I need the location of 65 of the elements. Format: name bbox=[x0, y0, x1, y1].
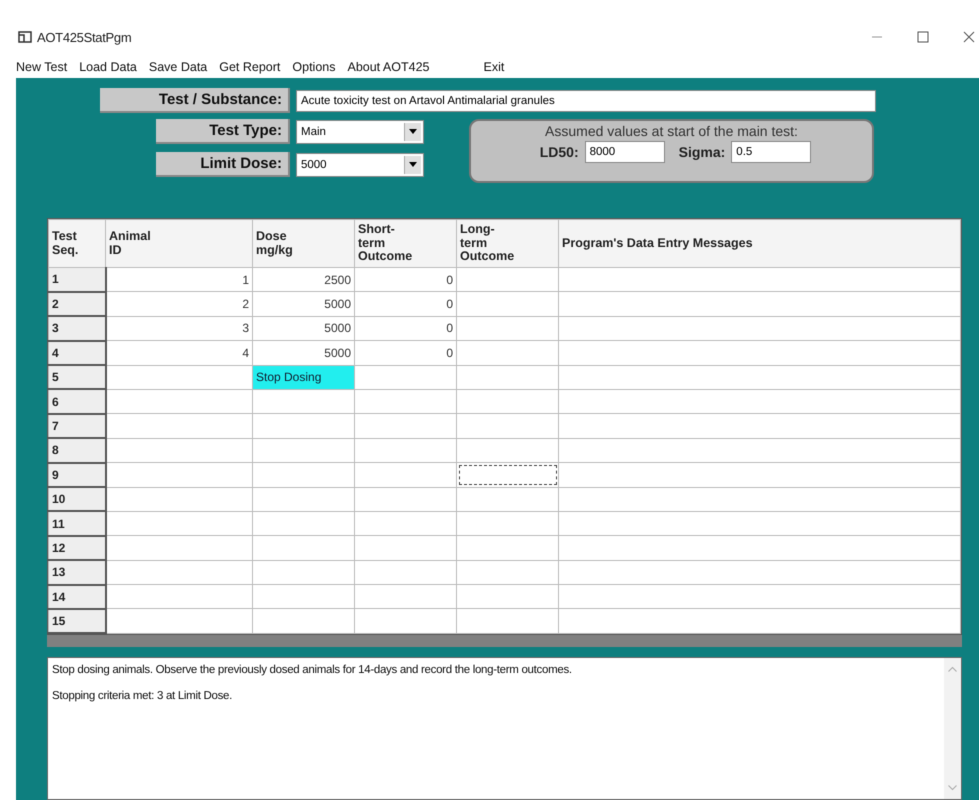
row-header: 10 bbox=[48, 487, 106, 512]
row-header: 12 bbox=[48, 536, 106, 560]
window-title: AOT425StatPgm bbox=[37, 30, 132, 44]
caret-icon bbox=[409, 162, 417, 167]
column-header: Short-term Outcome bbox=[354, 220, 456, 268]
scroll-down-icon[interactable] bbox=[948, 785, 957, 791]
table-cell[interactable]: 5000 bbox=[252, 340, 354, 366]
table-cell[interactable]: 0 bbox=[354, 340, 456, 366]
row-header: 5 bbox=[48, 365, 106, 390]
limit-dose-dropdown[interactable]: 5000 bbox=[296, 152, 424, 176]
message-text: Stopping criteria met: 3 at Limit Dose. bbox=[52, 690, 234, 702]
messages-box[interactable]: Stop dosing animals. Observe the previously dosed animals for 14-days and record the long-term outcomes. Stopping criteria met: 3 at Limit Dose. bbox=[47, 657, 962, 800]
row-header: 7 bbox=[48, 414, 106, 438]
row-header: 1 bbox=[48, 268, 106, 292]
menu-item[interactable]: Get Report bbox=[219, 60, 280, 74]
table-cell[interactable]: 2500 bbox=[252, 268, 354, 292]
row-header: 14 bbox=[48, 584, 106, 609]
table-cell[interactable]: 5000 bbox=[252, 292, 354, 316]
grid-scrollbar[interactable] bbox=[47, 635, 962, 648]
row-header: 6 bbox=[48, 389, 106, 414]
column-header: Test Seq. bbox=[48, 220, 106, 268]
close-icon[interactable] bbox=[963, 31, 975, 43]
row-header: 15 bbox=[48, 608, 106, 634]
row-header: 3 bbox=[48, 316, 106, 341]
substance-field[interactable]: Acute toxicity test on Artavol Antimalarial granules bbox=[296, 90, 876, 112]
row-header: 11 bbox=[48, 511, 106, 536]
table-cell[interactable]: 0 bbox=[354, 268, 456, 292]
field-label: LD50: bbox=[540, 144, 579, 160]
sigma-field[interactable]: 0.5 bbox=[731, 141, 812, 163]
table-cell[interactable]: 0 bbox=[354, 316, 456, 341]
message-text: Stop dosing animals. Observe the previously dosed animals for 14-days and record the long-term outcomes. bbox=[52, 664, 573, 676]
caret-icon bbox=[409, 129, 417, 134]
menu-item[interactable]: New Test bbox=[16, 60, 68, 74]
table-cell[interactable]: 5000 bbox=[252, 316, 354, 341]
table-cell[interactable]: 3 bbox=[106, 316, 252, 341]
column-header: Long-term Outcome bbox=[456, 220, 558, 268]
row-header: 2 bbox=[48, 292, 106, 316]
row-header: 8 bbox=[48, 438, 106, 463]
field-label: Limit Dose: bbox=[156, 152, 290, 177]
table-cell[interactable]: 4 bbox=[106, 340, 252, 366]
table-cell[interactable]: 2 bbox=[106, 292, 252, 316]
maximize-icon[interactable] bbox=[917, 31, 929, 43]
scroll-up-icon[interactable] bbox=[948, 666, 957, 672]
table-cell[interactable]: Stop Dosing bbox=[252, 365, 354, 390]
menu-item[interactable]: Options bbox=[292, 60, 336, 74]
ld50-field[interactable]: 8000 bbox=[584, 141, 665, 163]
table-cell[interactable]: 0 bbox=[354, 292, 456, 316]
menu-item[interactable]: Save Data bbox=[148, 60, 208, 74]
menu-item[interactable]: Exit bbox=[484, 60, 504, 74]
field-label: Test Type: bbox=[156, 119, 290, 144]
row-header: 13 bbox=[48, 560, 106, 585]
menu-item[interactable]: About AOT425 bbox=[347, 60, 430, 74]
field-label: Test / Substance: bbox=[100, 88, 290, 113]
row-header: 4 bbox=[48, 340, 106, 366]
column-header: Program's Data Entry Messages bbox=[558, 220, 960, 268]
column-header: Animal ID bbox=[106, 220, 252, 268]
panel-title: Assumed values at start of the main test: bbox=[545, 123, 798, 139]
field-label: Sigma: bbox=[678, 144, 726, 160]
focused-cell[interactable] bbox=[456, 462, 558, 488]
table-cell[interactable]: 1 bbox=[106, 268, 252, 292]
column-header: Dose mg/kg bbox=[252, 220, 354, 268]
test-type-dropdown[interactable]: Main bbox=[296, 120, 424, 144]
window-icon bbox=[18, 31, 32, 43]
menu-item[interactable]: Load Data bbox=[79, 60, 137, 74]
row-header: 9 bbox=[48, 462, 106, 488]
